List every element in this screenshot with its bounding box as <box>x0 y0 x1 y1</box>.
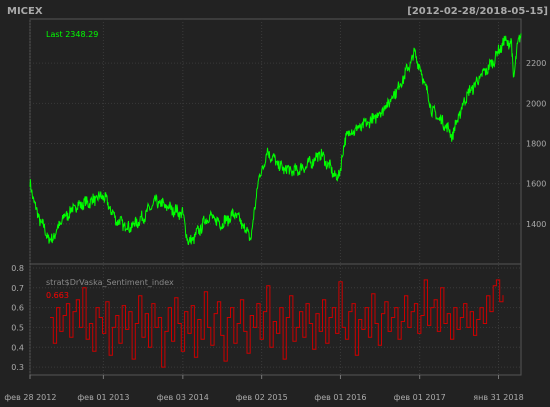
x-tick-label: фев 03 2014 <box>157 393 209 402</box>
sentiment-y-tick-label: 0.5 <box>11 323 24 332</box>
sentiment-y-tick-label: 0.6 <box>11 304 24 313</box>
price-y-tick-label: 2200 <box>526 59 546 68</box>
x-tick-label: янв 31 2018 <box>473 393 523 402</box>
price-y-tick-label: 2000 <box>526 99 546 108</box>
price-y-tick-label: 1600 <box>526 180 546 189</box>
last-price-label: Last 2348.29 <box>46 30 98 39</box>
x-tick-label: фев 01 2016 <box>314 393 366 402</box>
price-y-tick-label: 1400 <box>526 220 546 229</box>
x-tick-label: фев 01 2013 <box>77 393 129 402</box>
sentiment-y-tick-label: 0.4 <box>11 343 24 352</box>
sentiment-y-tick-label: 0.7 <box>11 284 24 293</box>
micex-chart-svg: MICEX [2012-02-28/2018-05-15] 1400 1600 18… <box>0 0 550 407</box>
x-tick-label: фев 28 2012 <box>4 393 56 402</box>
x-tick-label: фев 01 2017 <box>394 393 446 402</box>
price-y-tick-label: 1800 <box>526 140 546 149</box>
chart-root: MICEX [2012-02-28/2018-05-15] 1400 1600 18… <box>0 0 550 407</box>
date-range-label: [2012-02-28/2018-05-15] <box>407 6 548 17</box>
sentiment-series-label: strat$DrVaska_Sentiment_index <box>46 278 174 287</box>
x-tick-label: фев 02 2015 <box>236 393 288 402</box>
chart-title: MICEX <box>7 6 43 17</box>
sentiment-value-label: 0.663 <box>46 291 69 300</box>
sentiment-y-tick-label: 0.8 <box>11 264 24 273</box>
sentiment-y-tick-label: 0.3 <box>11 363 24 372</box>
